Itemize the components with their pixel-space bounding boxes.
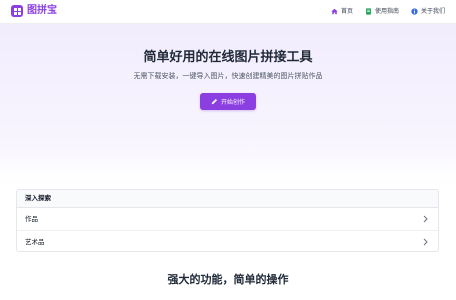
nav-item-label: 关于我们 [420, 8, 445, 15]
hero-subtitle: 无需下载安装，一键导入图片，快速创建精美的图片拼贴作品 [133, 72, 323, 80]
start-creating-button[interactable]: 开始创作 [200, 93, 256, 110]
features-title: 强大的功能，简单的操作 [167, 273, 289, 286]
logo-text: 图拼宝 [27, 5, 57, 16]
home-icon [331, 8, 338, 15]
pencil-icon [211, 98, 218, 105]
nav-item-about[interactable]: 关于我们 [411, 7, 445, 16]
book-icon [366, 8, 371, 15]
top-navbar: 图拼宝 首页 使用指南 关于我们 [0, 0, 456, 24]
info-icon [411, 8, 418, 15]
nav-item-home[interactable]: 首页 [331, 7, 353, 16]
nav-item-guide[interactable]: 使用指南 [365, 7, 399, 16]
explore-item-artworks[interactable]: 艺术品 [17, 230, 438, 251]
explore-panel: 深入探索 作品 艺术品 [16, 189, 439, 252]
site-logo[interactable]: 图拼宝 [11, 5, 57, 17]
chevron-right-icon [423, 215, 428, 223]
nav-item-label: 使用指南 [374, 8, 399, 15]
explore-item-works[interactable]: 作品 [17, 208, 438, 230]
explore-heading: 深入探索 [17, 190, 438, 208]
start-creating-label: 开始创作 [220, 99, 245, 106]
chevron-right-icon [423, 238, 428, 246]
nav-item-label: 首页 [340, 8, 353, 15]
page: 图拼宝 首页 使用指南 关于我们 简单好用的在线图片拼接工具 无需下载安装，一键… [0, 0, 456, 300]
explore-item-label: 作品 [25, 215, 38, 223]
nav-menu: 首页 使用指南 关于我们 [319, 7, 445, 16]
hero-title: 简单好用的在线图片拼接工具 [143, 50, 313, 65]
explore-item-label: 艺术品 [25, 238, 45, 246]
grid-icon [11, 5, 23, 17]
